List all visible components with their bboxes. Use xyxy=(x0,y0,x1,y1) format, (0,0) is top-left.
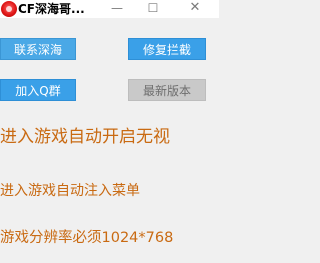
minimize-icon[interactable]: — xyxy=(103,0,131,18)
close-icon[interactable]: ✕ xyxy=(181,0,209,18)
maximize-icon[interactable]: ☐ xyxy=(139,0,167,18)
latest-version-button[interactable]: 最新版本 xyxy=(128,79,206,101)
repair-interception-button[interactable]: 修复拦截 xyxy=(128,38,206,60)
notice-auto-enable: 进入游戏自动开启无视 xyxy=(0,127,170,147)
notice-auto-inject: 进入游戏自动注入菜单 xyxy=(0,183,140,199)
notice-resolution: 游戏分辨率必须1024*768 xyxy=(0,230,174,246)
title-bar: CF深海哥... — ☐ ✕ xyxy=(0,0,219,18)
join-group-button[interactable]: 加入Q群 xyxy=(0,79,76,101)
window-title: CF深海哥... xyxy=(18,2,85,16)
app-logo-icon xyxy=(1,1,17,17)
contact-button[interactable]: 联系深海 xyxy=(0,38,76,60)
